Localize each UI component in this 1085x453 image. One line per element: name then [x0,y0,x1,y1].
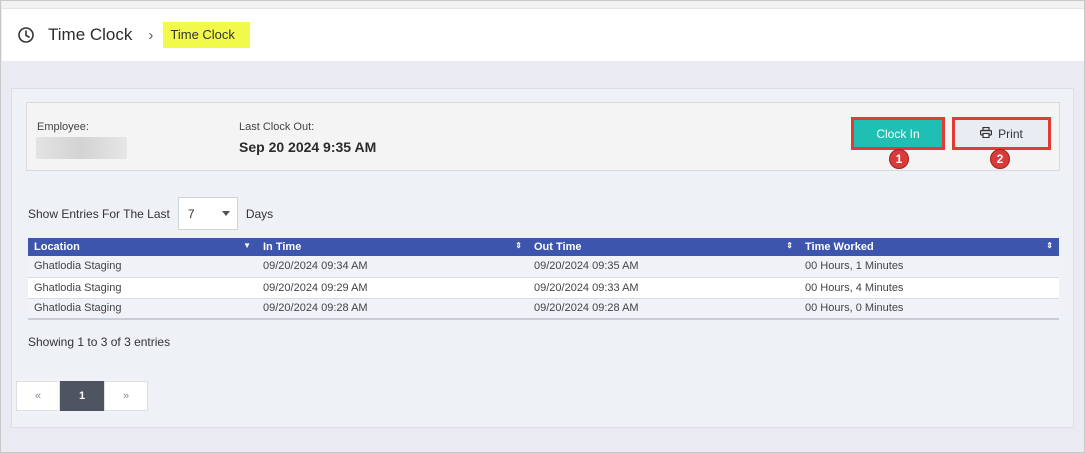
column-label: In Time [263,241,302,253]
table-row: Ghatlodia Staging 09/20/2024 09:29 AM 09… [28,277,1059,299]
sort-desc-icon: ▼ [243,241,251,250]
breadcrumb-current[interactable]: Time Clock [163,22,250,48]
cell-in-time: 09/20/2024 09:34 AM [257,256,528,278]
filter-prefix: Show Entries For The Last [28,206,170,221]
cell-out-time: 09/20/2024 09:28 AM [528,298,799,320]
cell-location: Ghatlodia Staging [28,256,257,278]
last-clock-out-label: Last Clock Out: [239,121,315,133]
last-clock-out-value: Sep 20 2024 9:35 AM [239,139,377,155]
pagination: « 1 » [16,381,148,411]
cell-in-time: 09/20/2024 09:29 AM [257,277,528,299]
entries-filter: Show Entries For The Last 7 Days [28,197,273,230]
pagination-next[interactable]: » [104,381,148,411]
column-label: Out Time [534,241,582,253]
clock-icon [17,26,35,44]
step-badge-1: 1 [889,149,909,169]
column-header-in-time[interactable]: In Time ⇕ [257,238,528,256]
cell-time-worked: 00 Hours, 4 Minutes [799,277,1059,299]
pagination-prev[interactable]: « [16,381,60,411]
entries-summary: Showing 1 to 3 of 3 entries [28,335,171,349]
printer-icon [980,126,993,141]
step-badge-2: 2 [990,149,1010,169]
table-row: Ghatlodia Staging 09/20/2024 09:28 AM 09… [28,298,1059,320]
employee-name-redacted [36,137,127,159]
column-header-out-time[interactable]: Out Time ⇕ [528,238,799,256]
column-header-time-worked[interactable]: Time Worked ⇕ [799,238,1059,256]
cell-in-time: 09/20/2024 09:28 AM [257,298,528,320]
sort-icon: ⇕ [1046,241,1053,250]
filter-suffix: Days [245,206,274,221]
cell-out-time: 09/20/2024 09:33 AM [528,277,799,299]
cell-location: Ghatlodia Staging [28,298,257,320]
clock-in-button[interactable]: Clock In [854,120,942,147]
column-label: Location [34,241,80,253]
cell-location: Ghatlodia Staging [28,277,257,299]
sort-icon: ⇕ [786,241,793,250]
print-button[interactable]: Print [955,120,1048,147]
page-header: Time Clock › Time Clock [2,8,1084,61]
time-entries-table: Location ▼ In Time ⇕ Out Time ⇕ Time Wor… [28,238,1059,320]
column-header-location[interactable]: Location ▼ [28,238,257,256]
cell-out-time: 09/20/2024 09:35 AM [528,256,799,278]
cell-time-worked: 00 Hours, 1 Minutes [799,256,1059,278]
top-strip [2,1,1084,8]
column-label: Time Worked [805,241,874,253]
cell-time-worked: 00 Hours, 0 Minutes [799,298,1059,320]
caret-down-icon [221,211,230,216]
print-highlight: Print [952,117,1051,150]
pagination-page-1[interactable]: 1 [60,381,104,411]
time-clock-card: Employee: Last Clock Out: Sep 20 2024 9:… [11,88,1074,428]
clock-in-highlight: Clock In [851,117,945,150]
employee-label: Employee: [37,121,89,133]
chevron-right-icon: › [148,26,154,44]
employee-panel: Employee: Last Clock Out: Sep 20 2024 9:… [26,102,1060,171]
days-select[interactable]: 7 [177,197,238,230]
page-title: Time Clock [48,25,133,44]
sort-icon: ⇕ [515,241,522,250]
table-row: Ghatlodia Staging 09/20/2024 09:34 AM 09… [28,256,1059,278]
days-select-value: 7 [187,206,195,221]
print-button-label: Print [998,126,1023,141]
